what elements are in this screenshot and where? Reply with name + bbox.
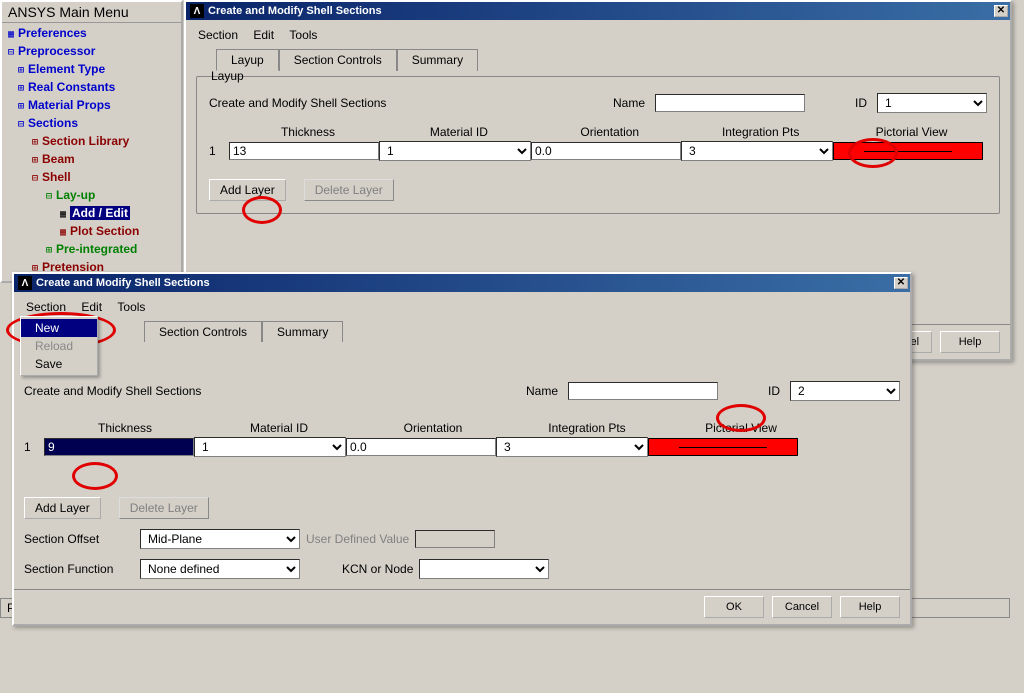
tree-beam[interactable]: ⊞Beam bbox=[4, 151, 179, 169]
dlg2-menu-new[interactable]: New bbox=[21, 319, 97, 337]
dlg2-name-input[interactable] bbox=[568, 382, 718, 400]
dlg2-column-headers: Thickness Material ID Orientation Integr… bbox=[24, 421, 900, 435]
dlg1-help-button[interactable]: Help bbox=[940, 331, 1000, 353]
dlg2-titlebar[interactable]: Λ Create and Modify Shell Sections ✕ bbox=[14, 274, 910, 292]
dlg2-pictorial-view bbox=[648, 438, 798, 456]
dlg1-row-index: 1 bbox=[209, 144, 229, 158]
tree-sections[interactable]: ⊟Sections bbox=[4, 115, 179, 133]
dlg1-titlebar[interactable]: Λ Create and Modify Shell Sections ✕ bbox=[186, 2, 1010, 20]
dlg2-id-label: ID bbox=[768, 384, 780, 398]
ansys-logo-icon: Λ bbox=[18, 276, 32, 290]
tree-element-type[interactable]: ⊞Element Type bbox=[4, 61, 179, 79]
dlg1-col-thickness: Thickness bbox=[233, 125, 384, 139]
dlg1-name-input[interactable] bbox=[655, 94, 805, 112]
dlg2-intpts-combo[interactable]: 3 bbox=[496, 437, 648, 457]
dlg2-kcn-label: KCN or Node bbox=[342, 562, 413, 576]
dlg2-col-orientation: Orientation bbox=[356, 421, 510, 435]
ansys-main-menu-panel: ANSYS Main Menu ▦Preferences ⊟Preprocess… bbox=[0, 0, 183, 283]
tree-material-props[interactable]: ⊞Material Props bbox=[4, 97, 179, 115]
dlg1-column-headers: Thickness Material ID Orientation Integr… bbox=[209, 125, 987, 139]
dlg1-id-label: ID bbox=[855, 96, 867, 110]
dlg2-udv-input bbox=[415, 530, 495, 548]
dlg2-tab-summary[interactable]: Summary bbox=[262, 321, 343, 342]
dlg1-menu-tools[interactable]: Tools bbox=[287, 26, 327, 44]
dlg1-tabs: Layup Section Controls Summary bbox=[216, 48, 1000, 70]
tree-preferences[interactable]: ▦Preferences bbox=[4, 25, 179, 43]
dlg2-col-material: Material ID bbox=[202, 421, 356, 435]
dlg1-layer-row-1: 1 1 3 bbox=[209, 141, 987, 161]
dlg2-layer-row-1: 1 1 3 bbox=[24, 437, 900, 457]
main-menu-title: ANSYS Main Menu bbox=[2, 2, 181, 23]
dlg2-heading: Create and Modify Shell Sections bbox=[24, 384, 264, 398]
dlg1-tab-summary[interactable]: Summary bbox=[397, 49, 478, 71]
dlg2-bottom-buttons: OK Cancel Help bbox=[14, 589, 910, 624]
dlg2-help-button[interactable]: Help bbox=[840, 596, 900, 618]
dlg1-pictorial-view bbox=[833, 142, 983, 160]
dialog-shell-sections-2: Λ Create and Modify Shell Sections ✕ Sec… bbox=[12, 272, 912, 626]
dlg1-thickness-input[interactable] bbox=[229, 142, 379, 160]
tree-add-edit[interactable]: ▦Add / Edit bbox=[4, 205, 179, 223]
dlg2-add-layer-button[interactable]: Add Layer bbox=[24, 497, 101, 519]
dlg2-tabs: Section Controls Summary bbox=[144, 320, 900, 341]
dlg1-orientation-input[interactable] bbox=[531, 142, 681, 160]
tree-shell[interactable]: ⊟Shell bbox=[4, 169, 179, 187]
main-menu-tree: ▦Preferences ⊟Preprocessor ⊞Element Type… bbox=[2, 23, 181, 281]
dlg2-section-function-combo[interactable]: None defined bbox=[140, 559, 300, 579]
dlg2-col-thickness: Thickness bbox=[48, 421, 202, 435]
dlg1-name-label: Name bbox=[613, 96, 645, 110]
dlg2-menu-section[interactable]: Section bbox=[24, 298, 76, 316]
dlg1-close-button[interactable]: ✕ bbox=[994, 5, 1008, 17]
dlg2-title: Create and Modify Shell Sections bbox=[36, 277, 210, 289]
dlg2-cancel-button[interactable]: Cancel bbox=[772, 596, 832, 618]
dlg2-section-offset-label: Section Offset bbox=[24, 532, 134, 546]
tree-section-library[interactable]: ⊞Section Library bbox=[4, 133, 179, 151]
dlg2-section-function-label: Section Function bbox=[24, 562, 134, 576]
dlg1-add-layer-button[interactable]: Add Layer bbox=[209, 179, 286, 201]
dlg2-col-pictorial: Pictorial View bbox=[664, 421, 818, 435]
dlg1-layup-group: Layup Create and Modify Shell Sections N… bbox=[196, 76, 1000, 214]
dlg2-close-button[interactable]: ✕ bbox=[894, 277, 908, 289]
dlg1-menubar: Section Edit Tools bbox=[196, 26, 1000, 48]
dlg1-col-pictorial: Pictorial View bbox=[836, 125, 987, 139]
dlg1-menu-edit[interactable]: Edit bbox=[251, 26, 284, 44]
dlg1-tab-layup[interactable]: Layup bbox=[216, 49, 279, 71]
dlg1-col-material: Material ID bbox=[383, 125, 534, 139]
dlg2-kcn-combo[interactable] bbox=[419, 559, 549, 579]
dlg1-col-orientation: Orientation bbox=[534, 125, 685, 139]
dlg1-tab-controls[interactable]: Section Controls bbox=[279, 49, 397, 71]
dlg2-name-label: Name bbox=[526, 384, 558, 398]
tree-lay-up[interactable]: ⊟Lay-up bbox=[4, 187, 179, 205]
dlg1-menu-section[interactable]: Section bbox=[196, 26, 248, 44]
tree-real-constants[interactable]: ⊞Real Constants bbox=[4, 79, 179, 97]
dlg2-menu-save[interactable]: Save bbox=[21, 355, 97, 373]
dlg2-row-index: 1 bbox=[24, 440, 44, 454]
ansys-logo-icon: Λ bbox=[190, 4, 204, 18]
dlg2-menubar: Section Edit Tools bbox=[24, 298, 900, 320]
dlg2-thickness-input[interactable] bbox=[44, 438, 194, 456]
dlg2-menu-reload: Reload bbox=[21, 337, 97, 355]
dlg1-delete-layer-button: Delete Layer bbox=[304, 179, 394, 201]
dlg2-section-offset-combo[interactable]: Mid-Plane bbox=[140, 529, 300, 549]
dlg2-ok-button[interactable]: OK bbox=[704, 596, 764, 618]
dlg1-col-intpts: Integration Pts bbox=[685, 125, 836, 139]
dlg1-material-combo[interactable]: 1 bbox=[379, 141, 531, 161]
dlg1-heading: Create and Modify Shell Sections bbox=[209, 96, 449, 110]
tree-preprocessor[interactable]: ⊟Preprocessor bbox=[4, 43, 179, 61]
dlg2-section-menu-popup: New Reload Save bbox=[20, 316, 98, 376]
dlg2-udv-label: User Defined Value bbox=[306, 532, 409, 546]
dlg1-title: Create and Modify Shell Sections bbox=[208, 5, 382, 17]
dlg1-id-combo[interactable]: 1 bbox=[877, 93, 987, 113]
dlg2-delete-layer-button: Delete Layer bbox=[119, 497, 209, 519]
dlg2-orientation-input[interactable] bbox=[346, 438, 496, 456]
dlg2-menu-tools[interactable]: Tools bbox=[115, 298, 155, 316]
tree-pre-integrated[interactable]: ⊞Pre-integrated bbox=[4, 241, 179, 259]
dlg2-material-combo[interactable]: 1 bbox=[194, 437, 346, 457]
dlg2-tab-controls[interactable]: Section Controls bbox=[144, 321, 262, 342]
dlg2-menu-edit[interactable]: Edit bbox=[79, 298, 112, 316]
dlg1-intpts-combo[interactable]: 3 bbox=[681, 141, 833, 161]
dlg2-col-intpts: Integration Pts bbox=[510, 421, 664, 435]
tree-plot-section[interactable]: ▦Plot Section bbox=[4, 223, 179, 241]
dlg2-id-combo[interactable]: 2 bbox=[790, 381, 900, 401]
